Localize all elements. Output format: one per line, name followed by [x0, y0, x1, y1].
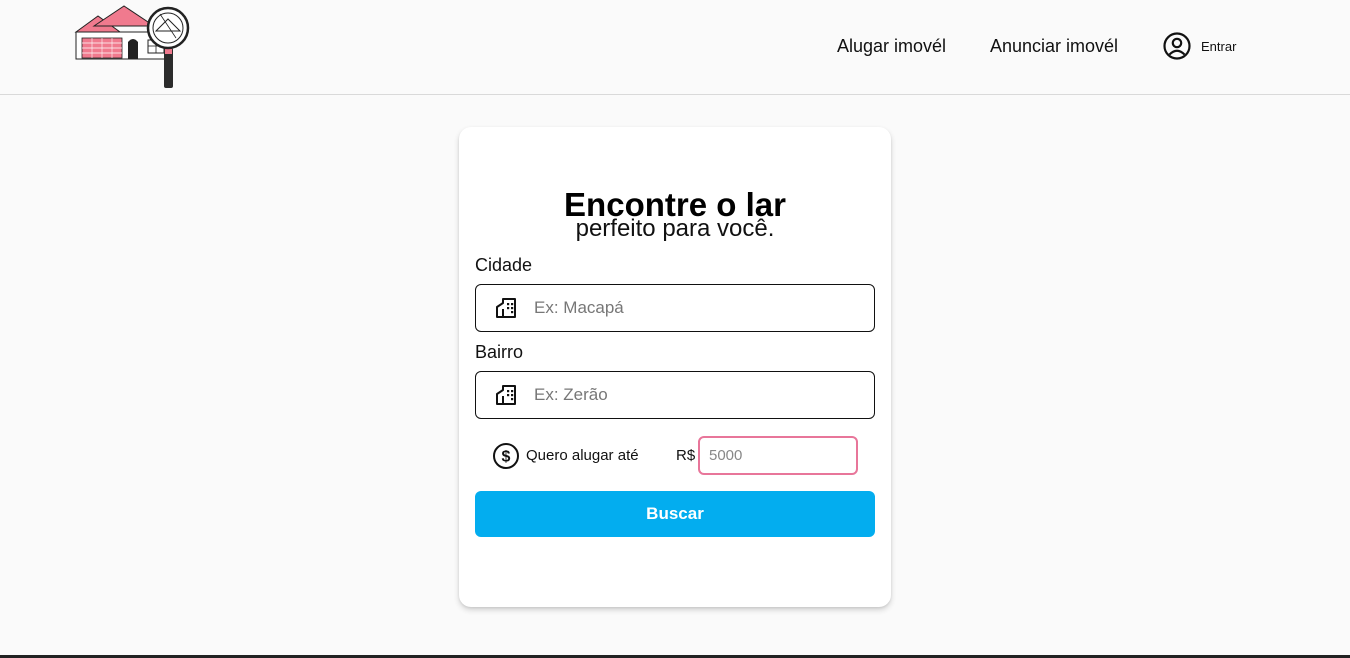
house-magnifier-logo[interactable]: [72, 4, 194, 90]
search-button[interactable]: Buscar: [475, 491, 875, 537]
max-price-input[interactable]: [698, 436, 858, 475]
city-field[interactable]: [475, 284, 875, 332]
user-circle-icon: [1163, 32, 1191, 60]
max-price-row: $ Quero alugar até R$: [492, 436, 862, 476]
city-label: Cidade: [475, 255, 533, 275]
login-button[interactable]: Entrar: [1162, 31, 1236, 61]
district-field[interactable]: [475, 371, 875, 419]
currency-label: R$: [676, 447, 696, 464]
district-input[interactable]: [534, 380, 864, 410]
building-icon: [496, 298, 516, 318]
district-label: Bairro: [475, 342, 524, 362]
nav-link-rent[interactable]: Alugar imovél: [837, 36, 946, 57]
nav-link-announce[interactable]: Anunciar imovél: [990, 36, 1118, 57]
dollar-circle-icon: $: [493, 443, 519, 469]
top-navbar: Alugar imovél Anunciar imovél Entrar: [0, 0, 1350, 95]
building-icon: [496, 385, 516, 405]
card-subtitle: perfeito para você.: [575, 215, 775, 242]
login-label: Entrar: [1201, 38, 1237, 54]
max-price-label: Quero alugar até: [526, 447, 639, 464]
search-card: Encontre o lar perfeito para você. Cidad…: [459, 127, 891, 607]
svg-text:$: $: [502, 449, 511, 466]
logo-graphic: [74, 5, 190, 88]
city-input[interactable]: [534, 293, 864, 323]
